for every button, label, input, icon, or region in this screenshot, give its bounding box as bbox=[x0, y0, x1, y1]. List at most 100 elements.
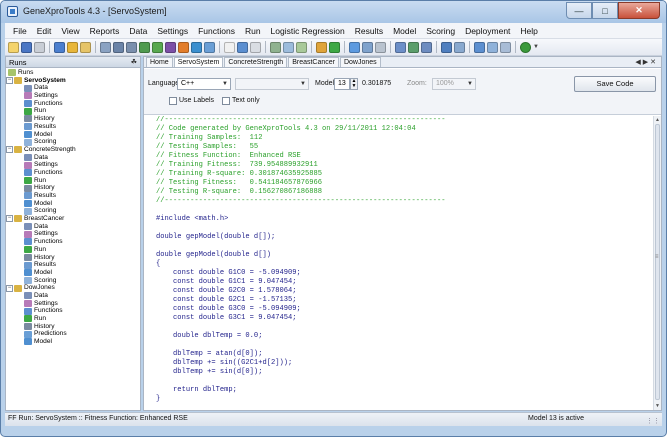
table-icon[interactable] bbox=[283, 41, 294, 53]
toolbar-overflow-icon[interactable]: ▼ bbox=[533, 44, 539, 50]
gear-icon[interactable] bbox=[316, 41, 327, 53]
scroll-down-icon[interactable]: ▼ bbox=[655, 403, 660, 409]
tab-breastcancer[interactable]: BreastCancer bbox=[288, 57, 339, 67]
menu-view[interactable]: View bbox=[56, 26, 84, 36]
score-table-icon[interactable] bbox=[454, 41, 465, 53]
tree-item-history[interactable]: History bbox=[6, 115, 140, 123]
tab-servosystem[interactable]: ServoSystem bbox=[173, 57, 224, 67]
tree-item-model[interactable]: Model bbox=[6, 269, 140, 277]
report-icon[interactable] bbox=[250, 41, 261, 53]
grid-icon[interactable] bbox=[270, 41, 281, 53]
tree-item-history[interactable]: History bbox=[6, 184, 140, 192]
link-icon[interactable] bbox=[362, 41, 373, 53]
stop-icon[interactable] bbox=[165, 41, 176, 53]
tab-home[interactable]: Home bbox=[146, 57, 173, 67]
score-icon[interactable] bbox=[204, 41, 215, 53]
statistics-icon[interactable] bbox=[441, 41, 452, 53]
text-only-checkbox[interactable] bbox=[222, 97, 230, 105]
collapse-icon[interactable]: − bbox=[6, 146, 13, 154]
print-icon[interactable] bbox=[34, 41, 45, 53]
open-icon[interactable] bbox=[8, 41, 19, 53]
export-icon[interactable] bbox=[296, 41, 307, 53]
tree-item-functions[interactable]: Functions bbox=[6, 238, 140, 246]
tree-item-run[interactable]: Run bbox=[6, 315, 140, 323]
tree-item-settings[interactable]: Settings bbox=[6, 92, 140, 100]
tree-item-settings[interactable]: Settings bbox=[6, 161, 140, 169]
menu-model[interactable]: Model bbox=[388, 26, 421, 36]
tree-item-settings[interactable]: Settings bbox=[6, 230, 140, 238]
resize-grip-icon[interactable]: ⋮⋮ bbox=[646, 417, 660, 425]
collapse-icon[interactable]: − bbox=[6, 215, 13, 223]
tab-concretestrength[interactable]: ConcreteStrength bbox=[224, 57, 288, 67]
minimize-button[interactable]: — bbox=[566, 2, 592, 19]
tree-item-run[interactable]: Run bbox=[6, 107, 140, 115]
layout-icon[interactable] bbox=[500, 41, 511, 53]
tree-item-functions[interactable]: Functions bbox=[6, 100, 140, 108]
tree-item-results[interactable]: Results bbox=[6, 261, 140, 269]
close-button[interactable]: ✕ bbox=[618, 2, 660, 19]
copy-icon[interactable] bbox=[67, 41, 78, 53]
chart-view-icon[interactable] bbox=[349, 41, 360, 53]
tree-item-settings[interactable]: Settings bbox=[6, 300, 140, 308]
model-icon[interactable] bbox=[191, 41, 202, 53]
tree-item-functions[interactable]: Functions bbox=[6, 307, 140, 315]
model-number-input[interactable]: 13 bbox=[334, 78, 350, 90]
dialect-select[interactable]: ▼ bbox=[235, 78, 309, 90]
pin-icon[interactable]: ☘ bbox=[131, 58, 137, 66]
menu-settings[interactable]: Settings bbox=[152, 26, 193, 36]
tree-item-run[interactable]: Run bbox=[6, 177, 140, 185]
play-icon[interactable] bbox=[329, 41, 340, 53]
tree-icon[interactable] bbox=[408, 41, 419, 53]
save-icon[interactable] bbox=[21, 41, 32, 53]
run-icon[interactable] bbox=[152, 41, 163, 53]
undo-icon[interactable] bbox=[100, 41, 111, 53]
menu-results[interactable]: Results bbox=[350, 26, 388, 36]
tree-item-results[interactable]: Results bbox=[6, 123, 140, 131]
cut-icon[interactable] bbox=[54, 41, 65, 53]
menu-functions[interactable]: Functions bbox=[193, 26, 240, 36]
data-icon[interactable] bbox=[126, 41, 137, 53]
menu-edit[interactable]: Edit bbox=[32, 26, 57, 36]
tab-dowjones[interactable]: DowJones bbox=[339, 57, 381, 67]
menu-scoring[interactable]: Scoring bbox=[421, 26, 460, 36]
tree-item-data[interactable]: Data bbox=[6, 84, 140, 92]
filter-icon[interactable] bbox=[375, 41, 386, 53]
window-icon[interactable] bbox=[487, 41, 498, 53]
tab-scroll-icon[interactable]: ◀▶✕ bbox=[635, 58, 658, 66]
document-icon[interactable] bbox=[224, 41, 235, 53]
help-icon[interactable] bbox=[520, 41, 531, 53]
menu-data[interactable]: Data bbox=[124, 26, 152, 36]
tree-item-model[interactable]: Model bbox=[6, 131, 140, 139]
tree-item-data[interactable]: Data bbox=[6, 292, 140, 300]
model-stepper[interactable]: ▲ ▼ bbox=[350, 78, 358, 90]
tree-item-scoring[interactable]: Scoring bbox=[6, 277, 140, 285]
tree-item-history[interactable]: History bbox=[6, 254, 140, 262]
language-select[interactable]: C++ ▼ bbox=[177, 78, 231, 90]
globe-icon[interactable] bbox=[237, 41, 248, 53]
node-icon[interactable] bbox=[421, 41, 432, 53]
save-code-button[interactable]: Save Code bbox=[574, 76, 656, 92]
menu-help[interactable]: Help bbox=[515, 26, 542, 36]
tree-run-node[interactable]: − BreastCancer bbox=[6, 215, 140, 223]
use-labels-checkbox[interactable] bbox=[169, 97, 177, 105]
function-icon[interactable] bbox=[139, 41, 150, 53]
maximize-button[interactable]: □ bbox=[592, 2, 618, 19]
collapse-icon[interactable]: − bbox=[6, 77, 13, 85]
chart-icon[interactable] bbox=[178, 41, 189, 53]
tree-item-model[interactable]: Model bbox=[6, 338, 140, 346]
code-editor[interactable]: //--------------------------------------… bbox=[144, 116, 653, 410]
tree-item-run[interactable]: Run bbox=[6, 246, 140, 254]
zoom-select[interactable]: 100% ▼ bbox=[432, 78, 476, 90]
tree-item-predictions[interactable]: Predictions bbox=[6, 330, 140, 338]
tree-item-model[interactable]: Model bbox=[6, 200, 140, 208]
deploy-icon[interactable] bbox=[474, 41, 485, 53]
tree-run-node[interactable]: − DowJones bbox=[6, 284, 140, 292]
menu-run[interactable]: Run bbox=[240, 26, 266, 36]
formula-icon[interactable] bbox=[395, 41, 406, 53]
collapse-icon[interactable]: − bbox=[6, 284, 13, 292]
menu-logistic-regression[interactable]: Logistic Regression bbox=[266, 26, 350, 36]
scroll-up-icon[interactable]: ▲ bbox=[655, 117, 660, 123]
tree-item-functions[interactable]: Functions bbox=[6, 169, 140, 177]
paste-icon[interactable] bbox=[80, 41, 91, 53]
tree-run-node[interactable]: − ConcreteStrength bbox=[6, 146, 140, 154]
